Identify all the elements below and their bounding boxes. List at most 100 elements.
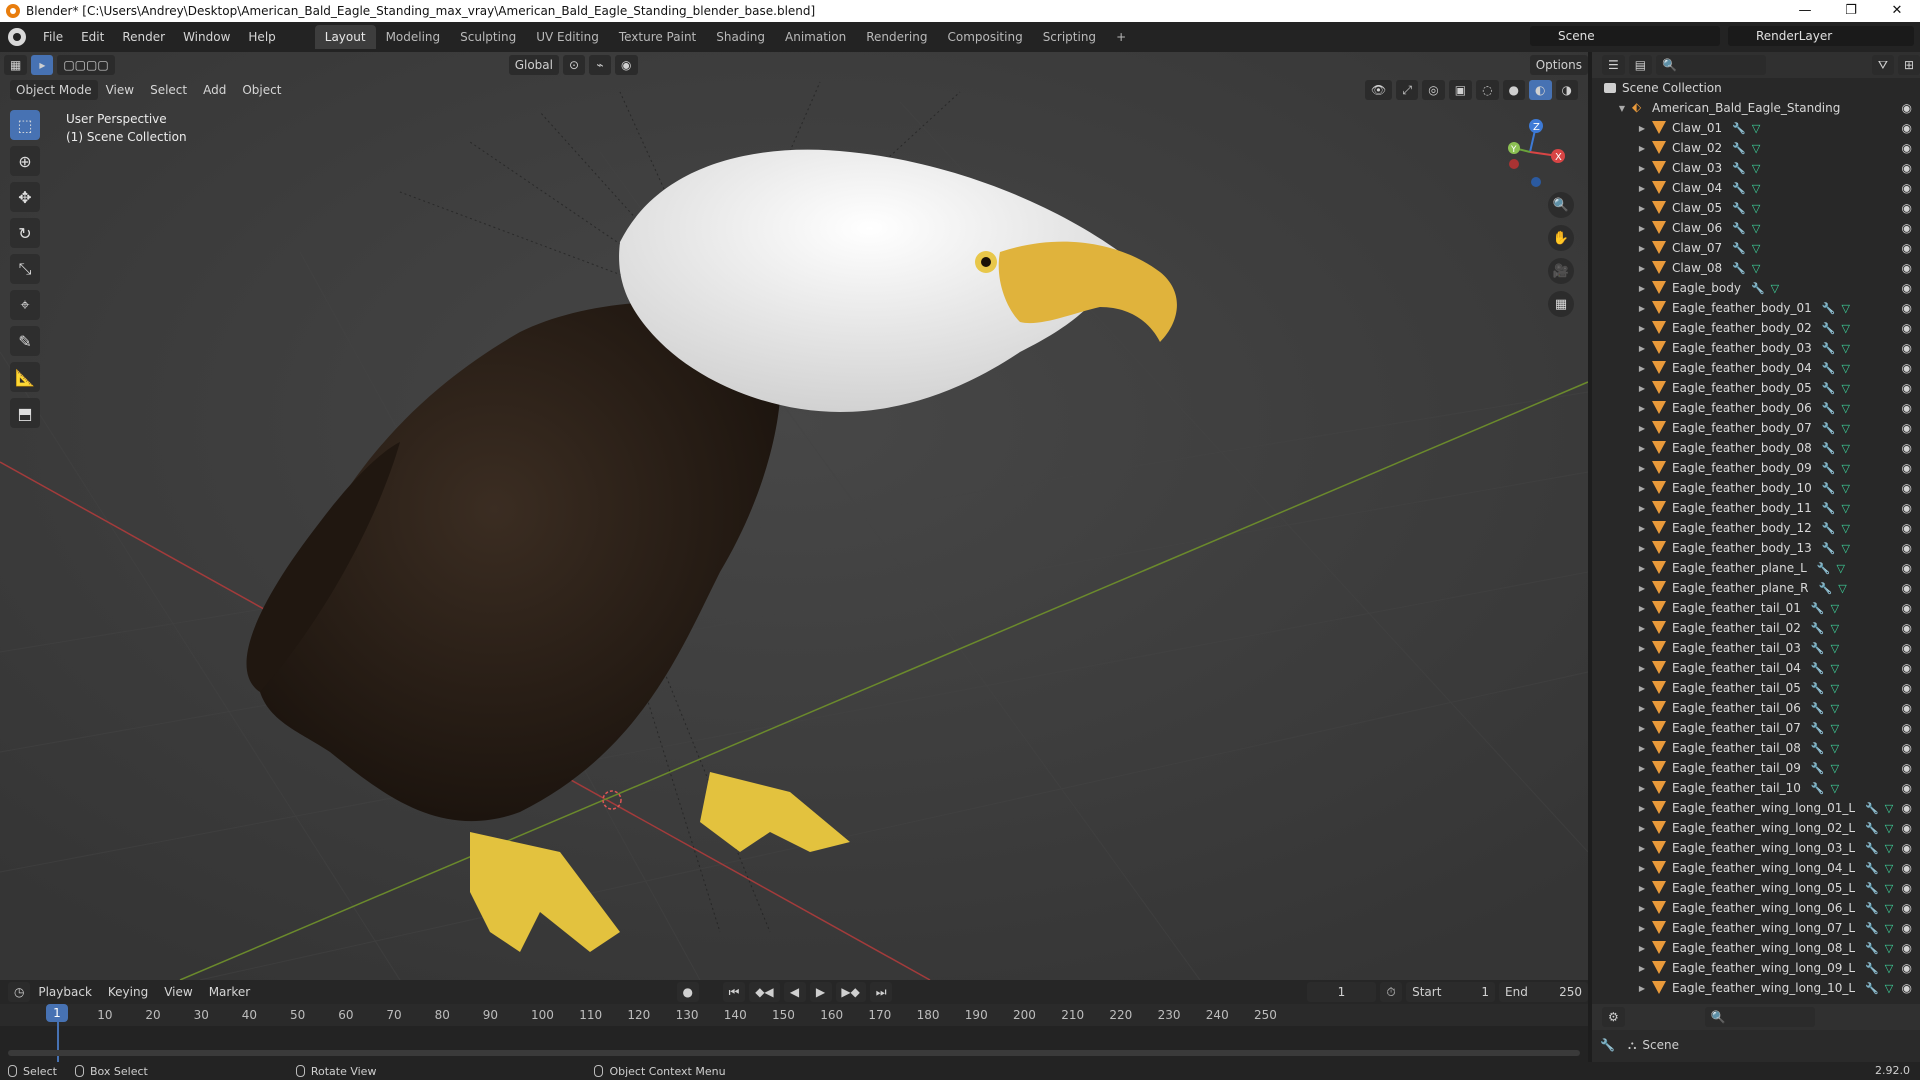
modifier-wrench-icon[interactable]: 🔧 bbox=[1811, 602, 1825, 615]
outliner-row[interactable]: ▶ Claw_04 🔧 ▽ ◉ bbox=[1592, 178, 1920, 198]
shading-solid-icon[interactable]: ● bbox=[1502, 80, 1526, 100]
expand-triangle-icon[interactable]: ▶ bbox=[1636, 164, 1648, 173]
mesh-data-icon[interactable]: ▽ bbox=[1752, 162, 1760, 175]
outliner-row[interactable]: ▶ Eagle_feather_body_06 🔧 ▽ ◉ bbox=[1592, 398, 1920, 418]
menu-add[interactable]: Add bbox=[195, 83, 234, 97]
scale-tool-icon[interactable]: ⤡ bbox=[10, 254, 40, 284]
expand-triangle-icon[interactable]: ▶ bbox=[1636, 564, 1648, 573]
visibility-eye-icon[interactable]: ◉ bbox=[1902, 481, 1912, 495]
ortho-grid-icon[interactable]: ▦ bbox=[1548, 291, 1574, 317]
visibility-eye-icon[interactable]: ◉ bbox=[1902, 761, 1912, 775]
visibility-eye-icon[interactable]: ◉ bbox=[1902, 301, 1912, 315]
expand-triangle-icon[interactable]: ▶ bbox=[1636, 264, 1648, 273]
mesh-data-icon[interactable]: ▽ bbox=[1885, 982, 1893, 995]
tab-sculpting[interactable]: Sculpting bbox=[450, 25, 526, 49]
visibility-eye-icon[interactable]: ◉ bbox=[1902, 981, 1912, 995]
menu-timeline-view[interactable]: View bbox=[156, 985, 200, 999]
expand-triangle-icon[interactable]: ▶ bbox=[1636, 384, 1648, 393]
expand-triangle-icon[interactable]: ▶ bbox=[1636, 224, 1648, 233]
modifier-wrench-icon[interactable]: 🔧 bbox=[1811, 702, 1825, 715]
mesh-data-icon[interactable]: ▽ bbox=[1752, 182, 1760, 195]
outliner-row[interactable]: ▶ Claw_03 🔧 ▽ ◉ bbox=[1592, 158, 1920, 178]
modifier-wrench-icon[interactable]: 🔧 bbox=[1822, 382, 1836, 395]
visibility-eye-icon[interactable]: ◉ bbox=[1902, 121, 1912, 135]
menu-marker[interactable]: Marker bbox=[201, 985, 258, 999]
modifier-wrench-icon[interactable]: 🔧 bbox=[1865, 922, 1879, 935]
mesh-data-icon[interactable]: ▽ bbox=[1842, 482, 1850, 495]
visibility-eye-icon[interactable]: ◉ bbox=[1902, 461, 1912, 475]
new-collection-icon[interactable]: ⊞ bbox=[1897, 55, 1920, 75]
zoom-icon[interactable]: 🔍 bbox=[1548, 192, 1574, 218]
visibility-eye-icon[interactable]: ◉ bbox=[1902, 801, 1912, 815]
maximize-button[interactable]: ❐ bbox=[1828, 0, 1874, 22]
visibility-eye-icon[interactable]: ◉ bbox=[1902, 201, 1912, 215]
expand-triangle-icon[interactable]: ▶ bbox=[1636, 124, 1648, 133]
play-icon[interactable]: ▶ bbox=[809, 982, 832, 1002]
outliner-row[interactable]: ▶ Eagle_feather_tail_08 🔧 ▽ ◉ bbox=[1592, 738, 1920, 758]
proportional-edit-icon[interactable]: ◉ bbox=[615, 55, 638, 75]
expand-triangle-icon[interactable]: ▶ bbox=[1636, 484, 1648, 493]
outliner-row[interactable]: ▶ Eagle_feather_body_10 🔧 ▽ ◉ bbox=[1592, 478, 1920, 498]
menu-help[interactable]: Help bbox=[239, 24, 284, 50]
visibility-eye-icon[interactable]: ◉ bbox=[1902, 241, 1912, 255]
outliner-row[interactable]: ▶ Claw_01 🔧 ▽ ◉ bbox=[1592, 118, 1920, 138]
mesh-data-icon[interactable]: ▽ bbox=[1842, 382, 1850, 395]
expand-triangle-icon[interactable]: ▶ bbox=[1636, 364, 1648, 373]
modifier-wrench-icon[interactable]: 🔧 bbox=[1732, 222, 1746, 235]
tab-rendering[interactable]: Rendering bbox=[856, 25, 937, 49]
visibility-eye-icon[interactable]: ◉ bbox=[1902, 501, 1912, 515]
outliner-row[interactable]: ▶ Eagle_feather_wing_long_04_L 🔧 ▽ ◉ bbox=[1592, 858, 1920, 878]
expand-triangle-icon[interactable]: ▶ bbox=[1636, 804, 1648, 813]
mesh-data-icon[interactable]: ▽ bbox=[1831, 762, 1839, 775]
outliner-row[interactable]: ▶ Eagle_feather_body_05 🔧 ▽ ◉ bbox=[1592, 378, 1920, 398]
expand-triangle-icon[interactable]: ▶ bbox=[1636, 704, 1648, 713]
expand-triangle-icon[interactable]: ▶ bbox=[1636, 664, 1648, 673]
outliner-row[interactable]: ▶ Eagle_feather_tail_01 🔧 ▽ ◉ bbox=[1592, 598, 1920, 618]
expand-triangle-icon[interactable]: ▶ bbox=[1636, 284, 1648, 293]
tab-shading[interactable]: Shading bbox=[706, 25, 775, 49]
gizmo-neg-x-icon[interactable] bbox=[1509, 159, 1519, 169]
outliner-row[interactable]: ▶ Eagle_feather_wing_long_08_L 🔧 ▽ ◉ bbox=[1592, 938, 1920, 958]
visibility-eye-icon[interactable]: ◉ bbox=[1902, 161, 1912, 175]
visibility-eye-icon[interactable]: ◉ bbox=[1902, 261, 1912, 275]
modifier-wrench-icon[interactable]: 🔧 bbox=[1751, 282, 1765, 295]
outliner-row[interactable]: ▶ Eagle_feather_body_11 🔧 ▽ ◉ bbox=[1592, 498, 1920, 518]
minimize-button[interactable]: — bbox=[1782, 0, 1828, 22]
blender-menu-icon[interactable] bbox=[8, 28, 26, 46]
visibility-eye-icon[interactable]: ◉ bbox=[1902, 901, 1912, 915]
outliner-row-collection[interactable]: ▼ ⬖ American_Bald_Eagle_Standing ◉ bbox=[1592, 98, 1920, 118]
mesh-data-icon[interactable]: ▽ bbox=[1831, 682, 1839, 695]
timeline-playhead[interactable]: 1 bbox=[46, 1004, 68, 1022]
modifier-wrench-icon[interactable]: 🔧 bbox=[1811, 742, 1825, 755]
expand-triangle-icon[interactable]: ▶ bbox=[1636, 424, 1648, 433]
outliner-row[interactable]: ▶ Eagle_feather_wing_long_10_L 🔧 ▽ ◉ bbox=[1592, 978, 1920, 998]
outliner-row[interactable]: ▶ Eagle_feather_wing_long_09_L 🔧 ▽ ◉ bbox=[1592, 958, 1920, 978]
mesh-data-icon[interactable]: ▽ bbox=[1837, 562, 1845, 575]
mesh-data-icon[interactable]: ▽ bbox=[1885, 862, 1893, 875]
mesh-data-icon[interactable]: ▽ bbox=[1831, 602, 1839, 615]
mesh-data-icon[interactable]: ▽ bbox=[1842, 542, 1850, 555]
outliner-row[interactable]: ▶ Eagle_feather_tail_09 🔧 ▽ ◉ bbox=[1592, 758, 1920, 778]
mesh-data-icon[interactable]: ▽ bbox=[1752, 242, 1760, 255]
modifier-wrench-icon[interactable]: 🔧 bbox=[1822, 342, 1836, 355]
visibility-eye-icon[interactable]: ◉ bbox=[1902, 581, 1912, 595]
menu-window[interactable]: Window bbox=[174, 24, 239, 50]
modifier-wrench-icon[interactable]: 🔧 bbox=[1865, 822, 1879, 835]
visibility-eye-icon[interactable]: ◉ bbox=[1902, 821, 1912, 835]
expand-triangle-icon[interactable]: ▶ bbox=[1636, 584, 1648, 593]
outliner-row[interactable]: ▶ Eagle_feather_wing_long_02_L 🔧 ▽ ◉ bbox=[1592, 818, 1920, 838]
mesh-data-icon[interactable]: ▽ bbox=[1885, 882, 1893, 895]
outliner-row[interactable]: ▶ Claw_06 🔧 ▽ ◉ bbox=[1592, 218, 1920, 238]
modifier-wrench-icon[interactable]: 🔧 bbox=[1822, 542, 1836, 555]
expand-triangle-icon[interactable]: ▶ bbox=[1636, 624, 1648, 633]
visibility-eye-icon[interactable]: ◉ bbox=[1902, 281, 1912, 295]
menu-render[interactable]: Render bbox=[113, 24, 174, 50]
outliner-row[interactable]: ▶ Eagle_feather_wing_long_06_L 🔧 ▽ ◉ bbox=[1592, 898, 1920, 918]
expand-triangle-icon[interactable]: ▶ bbox=[1636, 444, 1648, 453]
modifier-wrench-icon[interactable]: 🔧 bbox=[1811, 682, 1825, 695]
shading-wireframe-icon[interactable]: ◌ bbox=[1476, 80, 1499, 100]
expand-triangle-icon[interactable]: ▶ bbox=[1636, 884, 1648, 893]
expand-triangle-icon[interactable]: ▶ bbox=[1636, 604, 1648, 613]
expand-triangle-icon[interactable]: ▶ bbox=[1636, 404, 1648, 413]
expand-triangle-icon[interactable]: ▶ bbox=[1636, 304, 1648, 313]
